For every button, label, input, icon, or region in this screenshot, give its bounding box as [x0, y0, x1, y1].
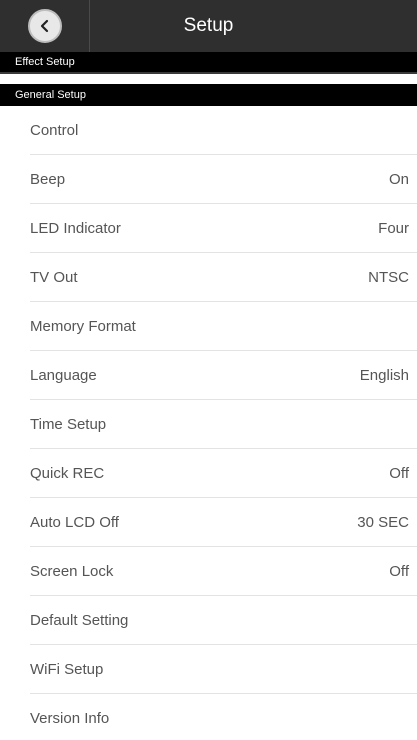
list-item-screen-lock[interactable]: Screen Lock Off	[0, 547, 417, 596]
list-item-label: Screen Lock	[30, 563, 114, 580]
back-button-area[interactable]	[0, 0, 90, 52]
list-item-beep[interactable]: Beep On	[0, 155, 417, 204]
section-header-general-setup[interactable]: General Setup	[0, 84, 417, 106]
list-item-tv-out[interactable]: TV Out NTSC	[0, 253, 417, 302]
list-item-time-setup[interactable]: Time Setup	[0, 400, 417, 449]
list-item-control[interactable]: Control	[0, 106, 417, 155]
list-item-value: NTSC	[368, 269, 409, 286]
list-item-value: 30 SEC	[357, 514, 409, 531]
list-item-label: Quick REC	[30, 465, 105, 482]
list-item-auto-lcd-off[interactable]: Auto LCD Off 30 SEC	[0, 498, 417, 547]
list-item-value: Off	[389, 563, 409, 580]
list-item-label: WiFi Setup	[30, 661, 104, 678]
list-item-label: LED Indicator	[30, 220, 121, 237]
list-item-label: Control	[30, 122, 79, 139]
list-item-led-indicator[interactable]: LED Indicator Four	[0, 204, 417, 253]
list-item-quick-rec[interactable]: Quick REC Off	[0, 449, 417, 498]
section-header-effect-setup[interactable]: Effect Setup	[0, 52, 417, 74]
list-item-label: Beep	[30, 171, 66, 188]
list-item-version-info[interactable]: Version Info	[0, 694, 417, 740]
list-item-memory-format[interactable]: Memory Format	[0, 302, 417, 351]
settings-list: Control Beep On LED Indicator Four TV Ou…	[0, 106, 417, 740]
list-item-wifi-setup[interactable]: WiFi Setup	[0, 645, 417, 694]
back-button[interactable]	[27, 9, 62, 43]
list-item-value: On	[388, 171, 409, 188]
list-item-label: Time Setup	[30, 416, 107, 433]
list-item-label: Auto LCD Off	[30, 514, 119, 531]
list-item-label: TV Out	[30, 269, 78, 286]
list-item-value: Four	[378, 220, 409, 237]
list-item-label: Version Info	[30, 710, 110, 727]
list-item-value: English	[359, 367, 409, 384]
list-item-value: Off	[389, 465, 409, 482]
setup-screen: Setup Effect Setup General Setup Control…	[0, 0, 417, 740]
title-bar: Setup	[0, 0, 417, 52]
list-item-label: Memory Format	[30, 318, 136, 335]
list-item-default-setting[interactable]: Default Setting	[0, 596, 417, 645]
list-item-label: Default Setting	[30, 612, 129, 629]
chevron-left-icon	[40, 19, 48, 33]
list-item-label: Language	[30, 367, 97, 384]
list-item-language[interactable]: Language English	[0, 351, 417, 400]
